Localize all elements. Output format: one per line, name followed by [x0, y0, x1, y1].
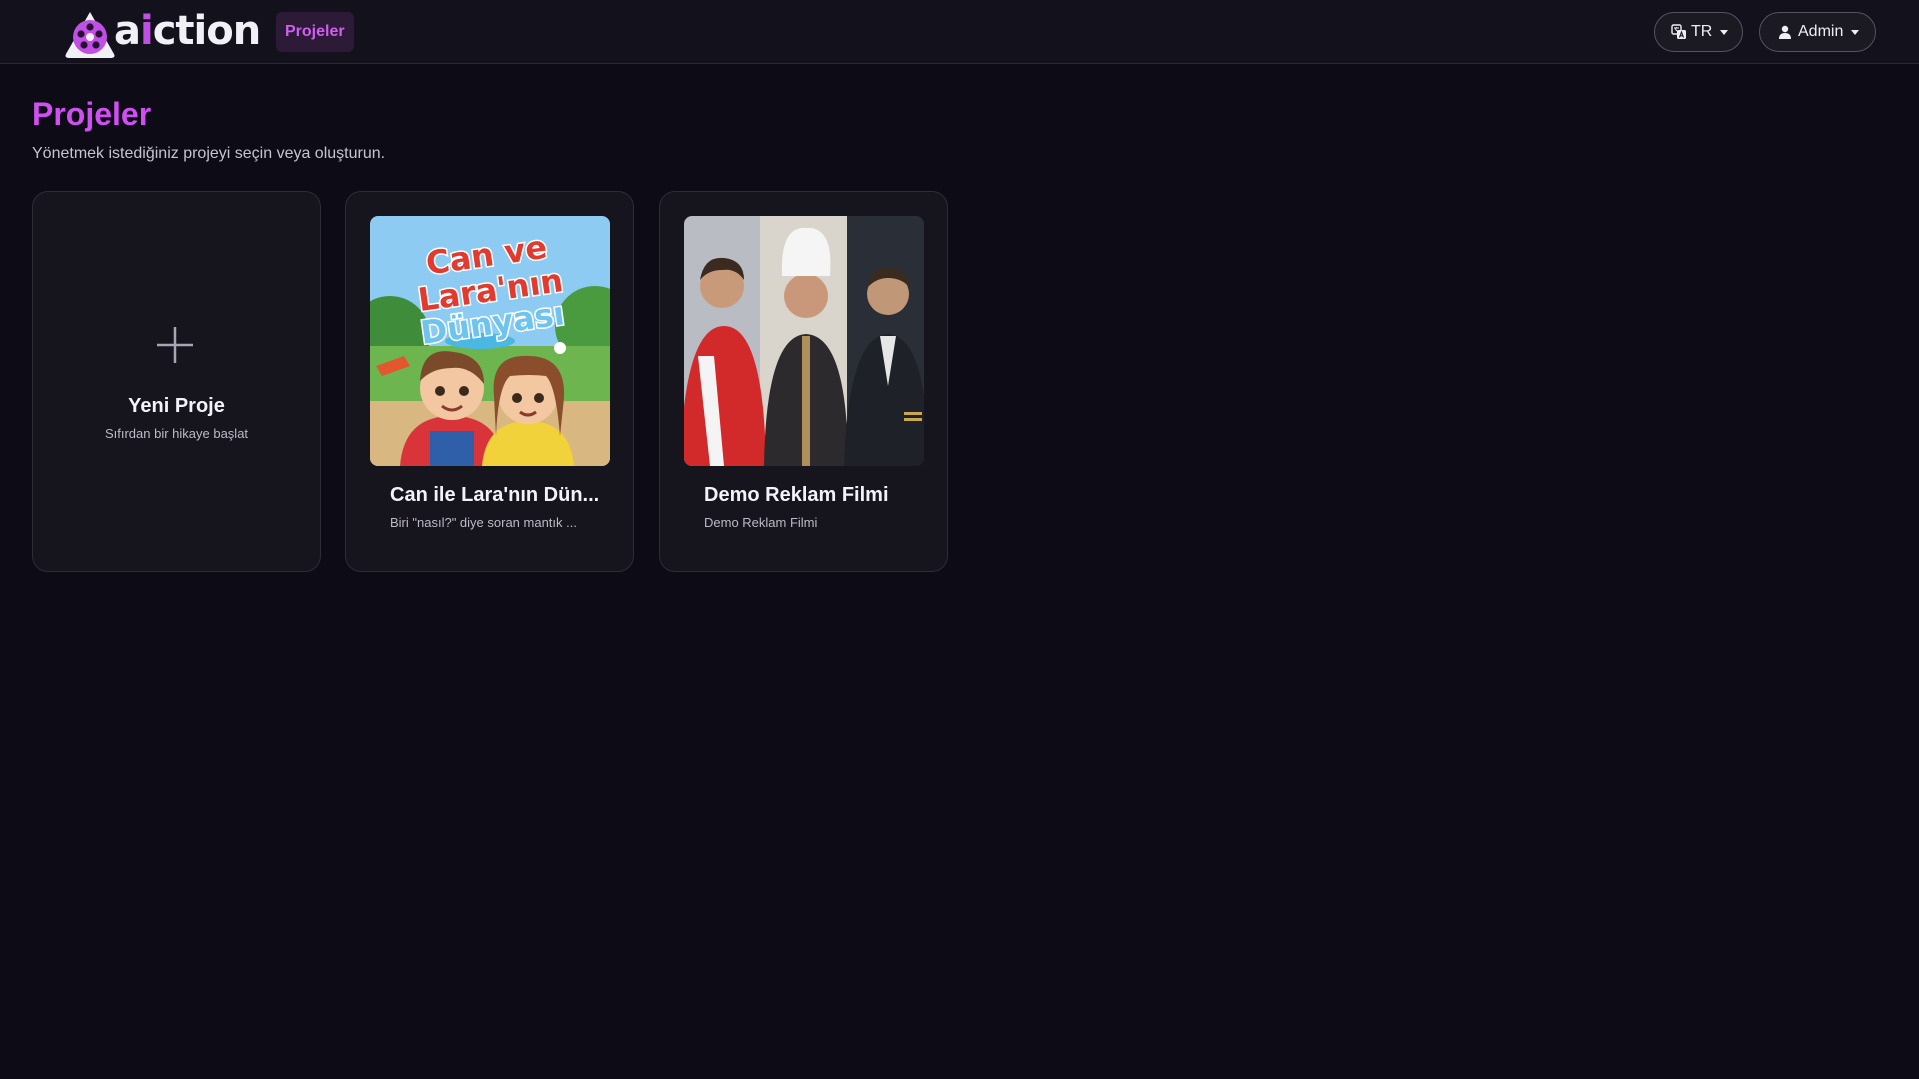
chevron-down-icon	[1851, 29, 1860, 35]
translate-icon	[1671, 24, 1686, 39]
project-description: Demo Reklam Filmi	[704, 515, 818, 530]
new-project-title: Yeni Proje	[128, 395, 225, 417]
cartoon-kids-cover-image: Can ve Lara'nın Dünyası	[370, 216, 610, 466]
user-label: Admin	[1798, 23, 1844, 40]
project-thumbnail	[684, 216, 924, 466]
commercial-cast-cover-image	[684, 216, 924, 466]
page-title: Projeler	[32, 96, 152, 132]
project-description: Biri "nasıl?" diye soran mantık ...	[390, 515, 577, 530]
language-label: TR	[1691, 23, 1713, 40]
project-thumbnail: Can ve Lara'nın Dünyası	[370, 216, 610, 466]
language-dropdown[interactable]: TR	[1654, 12, 1743, 52]
new-project-card[interactable]: Yeni Proje Sıfırdan bir hikaye başlat	[32, 191, 321, 572]
top-navbar: aiction Projeler TR Admin	[0, 0, 1919, 64]
brand-logo[interactable]: aiction	[62, 8, 261, 58]
project-title: Demo Reklam Filmi	[704, 484, 889, 506]
chevron-down-icon	[1720, 29, 1729, 35]
film-reel-logo-icon	[65, 12, 115, 58]
cover-title-lettering: Can ve Lara'nın Dünyası	[414, 226, 568, 353]
user-menu-dropdown[interactable]: Admin	[1759, 12, 1876, 52]
page-subtitle: Yönetmek istediğiniz projeyi seçin veya …	[32, 145, 386, 162]
nav-projects-link[interactable]: Projeler	[276, 12, 354, 52]
plus-icon	[157, 327, 193, 363]
user-icon	[1779, 25, 1791, 39]
project-card[interactable]: Demo Reklam Filmi Demo Reklam Filmi	[659, 191, 948, 572]
project-title: Can ile Lara'nın Dün...	[390, 484, 600, 506]
project-card[interactable]: Can ve Lara'nın Dünyası Can ile Lara'nın…	[345, 191, 634, 572]
new-project-subtitle: Sıfırdan bir hikaye başlat	[104, 426, 249, 441]
brand-wordmark: aiction	[114, 8, 261, 54]
